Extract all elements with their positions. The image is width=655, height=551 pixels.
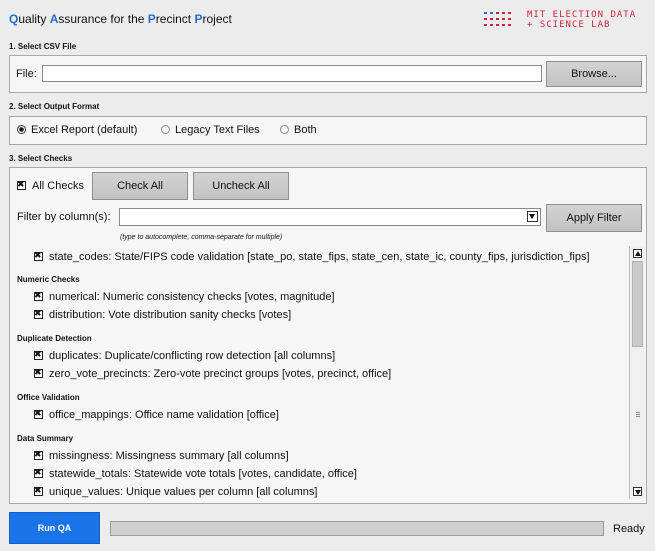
radio-both-icon[interactable] xyxy=(280,125,289,134)
check-unique[interactable]: unique_values: Unique values per column … xyxy=(34,485,318,498)
radio-legacy-label: Legacy Text Files xyxy=(175,124,260,136)
radio-excel-label: Excel Report (default) xyxy=(31,124,138,136)
csv-file-group: File: Browse... xyxy=(9,55,647,93)
chevron-down-icon[interactable] xyxy=(527,211,538,222)
checks-list: state_codes: State/FIPS code validation … xyxy=(10,246,630,503)
status-text: Ready xyxy=(613,523,645,535)
file-label: File: xyxy=(16,68,37,80)
check-duplicates[interactable]: duplicates: Duplicate/conflicting row de… xyxy=(34,349,336,362)
radio-both-label: Both xyxy=(294,124,317,136)
all-checks-box-icon[interactable] xyxy=(17,179,26,190)
check-all-button[interactable]: Check All xyxy=(92,172,188,200)
check-statewide-label: statewide_totals: Statewide vote totals … xyxy=(49,468,357,480)
checkbox-icon[interactable] xyxy=(34,449,43,460)
checkbox-icon[interactable] xyxy=(34,485,43,496)
all-checks-checkbox[interactable]: All Checks xyxy=(17,179,84,192)
checkbox-icon[interactable] xyxy=(34,349,43,360)
scroll-thumb[interactable] xyxy=(632,261,643,347)
filter-label: Filter by column(s): xyxy=(17,211,111,223)
check-unique-label: unique_values: Unique values per column … xyxy=(49,486,318,498)
apply-filter-button[interactable]: Apply Filter xyxy=(546,204,642,232)
radio-legacy-icon[interactable] xyxy=(161,125,170,134)
category-numeric: Numeric Checks xyxy=(17,275,80,284)
radio-legacy[interactable]: Legacy Text Files xyxy=(161,124,260,136)
checkbox-icon[interactable] xyxy=(34,408,43,419)
category-office: Office Validation xyxy=(17,393,80,402)
checkbox-icon[interactable] xyxy=(34,290,43,301)
check-distribution-label: distribution: Vote distribution sanity c… xyxy=(49,309,292,321)
check-zero-vote[interactable]: zero_vote_precincts: Zero-vote precinct … xyxy=(34,367,392,380)
radio-both[interactable]: Both xyxy=(280,124,317,136)
section-csv-label: 1. Select CSV File xyxy=(9,42,77,51)
section-checks-label: 3. Select Checks xyxy=(9,154,73,163)
check-duplicates-label: duplicates: Duplicate/conflicting row de… xyxy=(49,350,336,362)
scroll-up-icon[interactable] xyxy=(633,249,642,258)
check-statewide[interactable]: statewide_totals: Statewide vote totals … xyxy=(34,467,357,480)
check-numerical[interactable]: numerical: Numeric consistency checks [v… xyxy=(34,290,335,303)
file-path-input[interactable] xyxy=(42,65,542,82)
check-numerical-label: numerical: Numeric consistency checks [v… xyxy=(49,291,335,303)
check-zero-vote-label: zero_vote_precincts: Zero-vote precinct … xyxy=(49,368,392,380)
checks-group: All Checks Check All Uncheck All Filter … xyxy=(9,167,647,504)
uncheck-all-button[interactable]: Uncheck All xyxy=(193,172,289,200)
checkbox-icon[interactable] xyxy=(34,467,43,478)
radio-excel-icon[interactable] xyxy=(17,125,26,134)
app-title: Quality Assurance for the Precinct Proje… xyxy=(9,12,232,26)
check-office-mappings[interactable]: office_mappings: Office name validation … xyxy=(34,408,279,421)
lab-name-line2: + SCIENCE LAB xyxy=(527,20,611,30)
filter-hint: (type to autocomplete, comma-separate fo… xyxy=(120,234,283,241)
check-missingness[interactable]: missingness: Missingness summary [all co… xyxy=(34,449,289,462)
scroll-down-icon[interactable] xyxy=(633,487,642,496)
run-qa-button[interactable]: Run QA xyxy=(9,512,100,544)
checkbox-icon[interactable] xyxy=(34,308,43,319)
checkbox-icon[interactable] xyxy=(34,367,43,378)
check-missingness-label: missingness: Missingness summary [all co… xyxy=(49,450,289,462)
section-output-label: 2. Select Output Format xyxy=(9,102,100,111)
progress-bar xyxy=(110,521,604,536)
check-office-mappings-label: office_mappings: Office name validation … xyxy=(49,409,279,421)
check-state-codes[interactable]: state_codes: State/FIPS code validation … xyxy=(34,250,590,263)
lab-name: MIT ELECTION DATA + SCIENCE LAB xyxy=(527,10,636,30)
browse-button[interactable]: Browse... xyxy=(546,61,642,87)
category-duplicate: Duplicate Detection xyxy=(17,334,92,343)
all-checks-label: All Checks xyxy=(32,180,84,192)
check-state-codes-label: state_codes: State/FIPS code validation … xyxy=(49,251,590,263)
checkbox-icon[interactable] xyxy=(34,250,43,261)
checks-scrollbar[interactable] xyxy=(629,246,645,499)
filter-column-combo[interactable] xyxy=(119,208,541,226)
mit-logo-icon xyxy=(484,12,511,26)
radio-excel[interactable]: Excel Report (default) xyxy=(17,124,137,136)
category-summary: Data Summary xyxy=(17,434,74,443)
lab-name-line1: MIT ELECTION DATA xyxy=(527,10,637,20)
check-distribution[interactable]: distribution: Vote distribution sanity c… xyxy=(34,308,292,321)
output-format-group: Excel Report (default) Legacy Text Files… xyxy=(9,116,647,145)
